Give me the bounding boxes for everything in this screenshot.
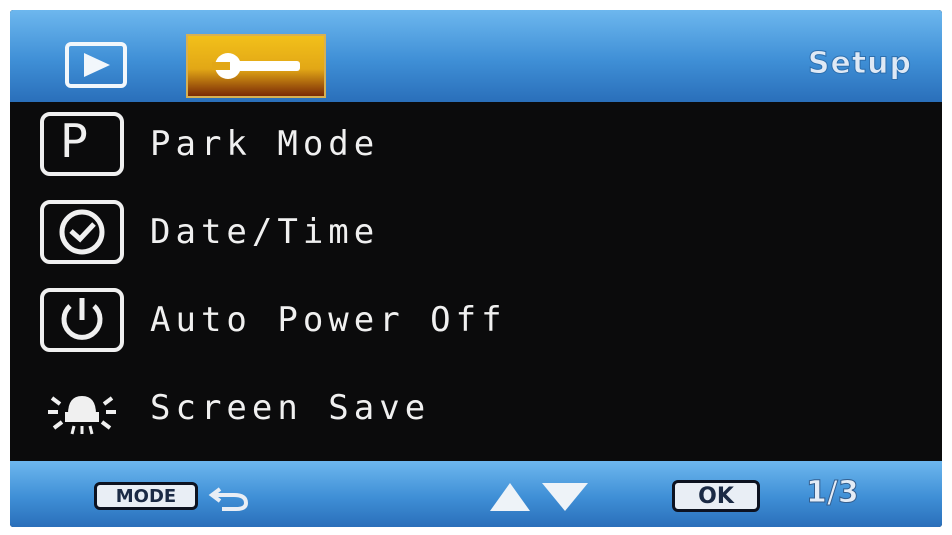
menu-item-label: Auto Power Off bbox=[150, 300, 507, 340]
up-arrow-icon bbox=[490, 483, 530, 511]
menu-item-date-time[interactable]: Date/Time bbox=[10, 194, 942, 274]
top-bar: Setup bbox=[10, 10, 942, 102]
clock-icon bbox=[40, 200, 124, 264]
nav-arrows bbox=[490, 483, 588, 511]
back-arrow-icon bbox=[208, 487, 249, 511]
screen-save-icon bbox=[48, 396, 116, 435]
wrench-icon bbox=[212, 53, 300, 79]
page-title: Setup bbox=[807, 46, 912, 82]
down-arrow-icon bbox=[542, 483, 588, 511]
power-icon bbox=[40, 288, 124, 352]
bottom-bar: MODE OK 1/3 bbox=[10, 461, 942, 527]
ok-button-label: OK bbox=[698, 483, 734, 509]
mode-button-label: MODE bbox=[115, 485, 177, 507]
tab-setup[interactable] bbox=[186, 34, 326, 98]
menu-item-label: Park Mode bbox=[150, 124, 380, 164]
ok-button[interactable]: OK bbox=[672, 480, 760, 512]
mode-button[interactable]: MODE bbox=[94, 482, 198, 510]
page-indicator: 1/3 bbox=[806, 475, 860, 511]
menu-item-screen-save[interactable]: Screen Save bbox=[10, 370, 942, 450]
tab-playback[interactable] bbox=[65, 42, 127, 88]
menu-item-auto-power-off[interactable]: Auto Power Off bbox=[10, 282, 942, 362]
menu-item-park-mode[interactable]: P Park Mode bbox=[10, 106, 942, 186]
park-icon-letter: P bbox=[60, 114, 88, 168]
menu-item-label: Screen Save bbox=[150, 388, 431, 428]
camera-screen: Setup P Park Mode Date/Time Auto Power O… bbox=[10, 10, 942, 527]
menu-item-label: Date/Time bbox=[150, 212, 380, 252]
play-icon bbox=[84, 53, 110, 77]
